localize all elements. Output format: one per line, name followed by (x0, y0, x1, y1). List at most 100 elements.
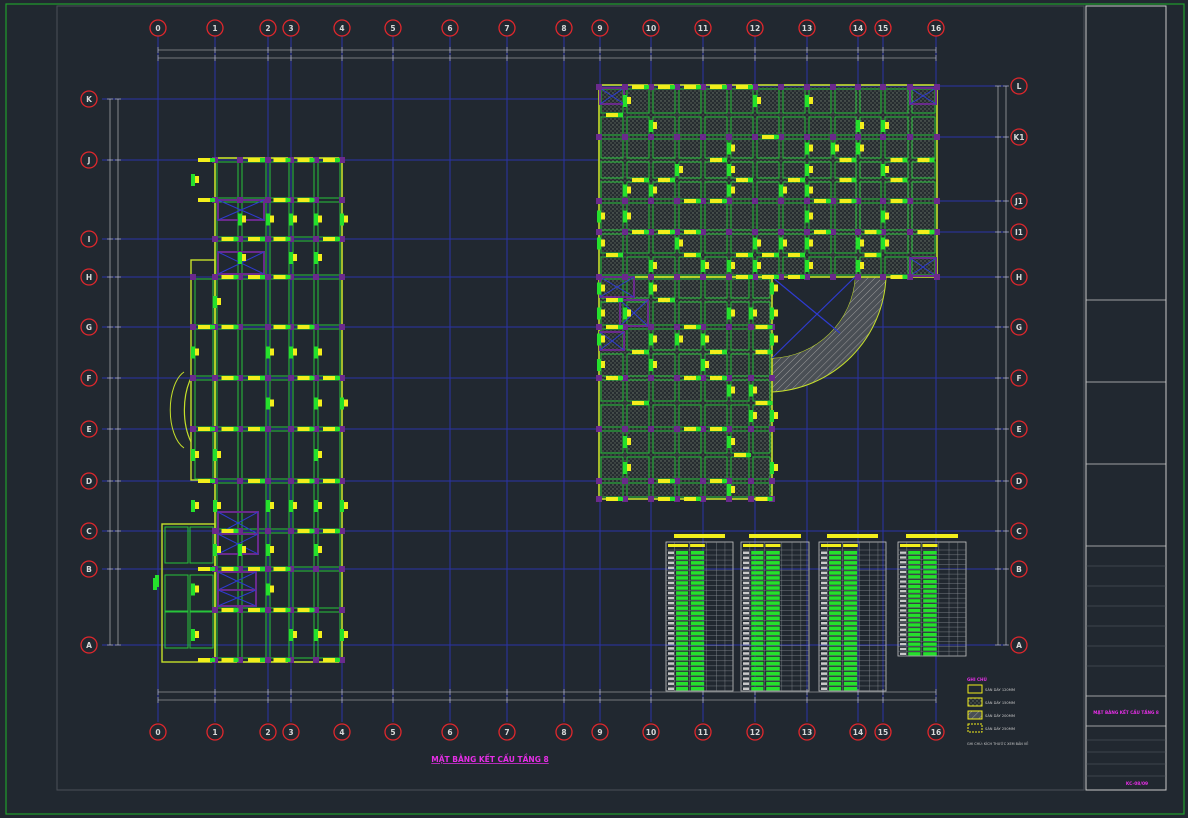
beam-tag-green (902, 199, 908, 203)
beam-tag-green (210, 158, 215, 162)
table-cell-green (690, 556, 705, 560)
title-block-sheet-name: MẶT BẰNG KẾT CẤU TẦNG 8 (1093, 709, 1159, 715)
grid-bubble-top-0[interactable]: 0 (149, 19, 167, 37)
table-cell-text (900, 614, 907, 617)
beam-tag-green (805, 95, 809, 107)
grid-bubble-top-5-label: 5 (390, 24, 395, 33)
column (265, 528, 271, 534)
grid-bubble-bottom-14[interactable]: 14 (849, 723, 867, 741)
grid-bubble-right-7[interactable]: E (1010, 420, 1028, 438)
grid-bubble-right-6[interactable]: F (1010, 369, 1028, 387)
beam-tag-yellow (632, 230, 644, 234)
grid-bubble-bottom-0[interactable]: 0 (149, 723, 167, 741)
schedule-table-1[interactable] (740, 534, 810, 692)
beam-tag-yellow (293, 502, 297, 509)
beam-tag-green (233, 237, 239, 241)
beam-tag-yellow (627, 464, 631, 471)
table-cell-green (676, 586, 689, 590)
grid-bubble-right-8[interactable]: D (1010, 472, 1028, 490)
grid-bubble-top-16[interactable]: 16 (927, 19, 945, 37)
grid-bubble-left-6[interactable]: E (80, 420, 98, 438)
grid-bubble-top-9[interactable]: 9 (591, 19, 609, 37)
column (934, 134, 940, 140)
grid-bubble-right-9[interactable]: C (1010, 522, 1028, 540)
grid-bubble-left-7[interactable]: D (80, 472, 98, 490)
beam-schedule-tables[interactable] (665, 534, 967, 692)
table-cell-text (668, 682, 675, 685)
table-cell-green (923, 652, 937, 656)
grid-bubble-top-15[interactable]: 15 (874, 19, 892, 37)
grid-bubble-bottom-9[interactable]: 9 (591, 723, 609, 741)
beam-tag-green (770, 462, 774, 474)
grid-bubble-right-10[interactable]: B (1010, 560, 1028, 578)
grid-bubble-top-4[interactable]: 4 (333, 19, 351, 37)
grid-bubble-left-5[interactable]: F (80, 369, 98, 387)
grid-bubble-right-11[interactable]: A (1010, 636, 1028, 654)
grid-bubble-top-13[interactable]: 13 (798, 19, 816, 37)
schedule-table-0[interactable] (665, 534, 734, 692)
beam-tag-yellow (318, 348, 322, 356)
grid-bubble-right-3[interactable]: I1 (1010, 223, 1028, 241)
grid-bubble-bottom-1[interactable]: 1 (206, 723, 224, 741)
grid-bubble-right-2[interactable]: J1 (1010, 192, 1028, 210)
table-cell-green (751, 631, 764, 636)
grid-bubble-left-8[interactable]: C (80, 522, 98, 540)
grid-bubble-bottom-7[interactable]: 7 (498, 723, 516, 741)
beam-tag-green (260, 376, 265, 380)
table-cell-green (908, 632, 921, 637)
grid-bubble-right-4[interactable]: H (1010, 268, 1028, 286)
grid-bubble-right-1[interactable]: K1 (1010, 128, 1028, 146)
grid-bubble-left-4[interactable]: G (80, 318, 98, 336)
grid-bubble-left-9[interactable]: B (80, 560, 98, 578)
grid-bubble-left-1[interactable]: J (80, 151, 98, 169)
grid-bubble-right-0[interactable]: L (1010, 77, 1028, 95)
grid-bubble-bottom-11[interactable]: 11 (694, 723, 712, 741)
grid-bubble-bottom-8[interactable]: 8 (555, 723, 573, 741)
grid-bubble-bottom-2[interactable]: 2 (259, 723, 277, 741)
column (648, 496, 654, 502)
grid-bubble-top-14[interactable]: 14 (849, 19, 867, 37)
grid-bubble-bottom-10[interactable]: 10 (642, 723, 660, 741)
grid-bubble-top-11[interactable]: 11 (694, 19, 712, 37)
grid-bubble-top-12[interactable]: 12 (746, 19, 764, 37)
beam-tag-yellow (221, 529, 234, 533)
grid-bubble-bottom-3[interactable]: 3 (282, 723, 300, 741)
grid-bubble-top-8[interactable]: 8 (555, 19, 573, 37)
grid-bubble-bottom-16[interactable]: 16 (927, 723, 945, 741)
schedule-table-3[interactable] (897, 534, 967, 657)
table-cell-green (908, 652, 921, 656)
grid-bubble-top-3[interactable]: 3 (282, 19, 300, 37)
table-cell-green (690, 681, 705, 686)
column (907, 198, 913, 204)
grid-bubble-bottom-13[interactable]: 13 (798, 723, 816, 741)
grid-bubble-bottom-6[interactable]: 6 (441, 723, 459, 741)
beam-tag-green (722, 350, 727, 354)
grid-bubble-bottom-12[interactable]: 12 (746, 723, 764, 741)
grid-bubble-left-3[interactable]: H (80, 268, 98, 286)
left-slab-panel (241, 161, 267, 199)
beam-tag-yellow (684, 253, 696, 257)
grid-bubble-top-10[interactable]: 10 (642, 19, 660, 37)
grid-bubble-top-5[interactable]: 5 (384, 19, 402, 37)
beam-tag-yellow (885, 166, 889, 173)
grid-bubble-left-2[interactable]: I (80, 230, 98, 248)
grid-bubble-left-10[interactable]: A (80, 636, 98, 654)
grid-bubble-top-6[interactable]: 6 (441, 19, 459, 37)
grid-bubble-top-1[interactable]: 1 (206, 19, 224, 37)
table-cell-green (908, 599, 921, 603)
grid-bubble-top-2[interactable]: 2 (259, 19, 277, 37)
schedule-table-2[interactable] (818, 534, 887, 692)
beam-tag-green (670, 85, 675, 89)
grid-bubble-right-5[interactable]: G (1010, 318, 1028, 336)
beam-tag-yellow (684, 230, 696, 234)
column (880, 274, 886, 280)
grid-bubble-bottom-5[interactable]: 5 (384, 723, 402, 741)
grid-bubble-bottom-4[interactable]: 4 (333, 723, 351, 741)
cad-drawing-canvas[interactable]: MẶT BẰNG KẾT CẤU TẦNG 8 KC-08/09 0123456… (0, 0, 1188, 818)
grid-bubble-top-7[interactable]: 7 (498, 19, 516, 37)
beam-tag-yellow (809, 97, 813, 104)
grid-bubble-bottom-15[interactable]: 15 (874, 723, 892, 741)
table-cell-green (690, 616, 705, 620)
grid-bubble-left-0[interactable]: K (80, 90, 98, 108)
left-wing-plan[interactable] (161, 157, 343, 663)
